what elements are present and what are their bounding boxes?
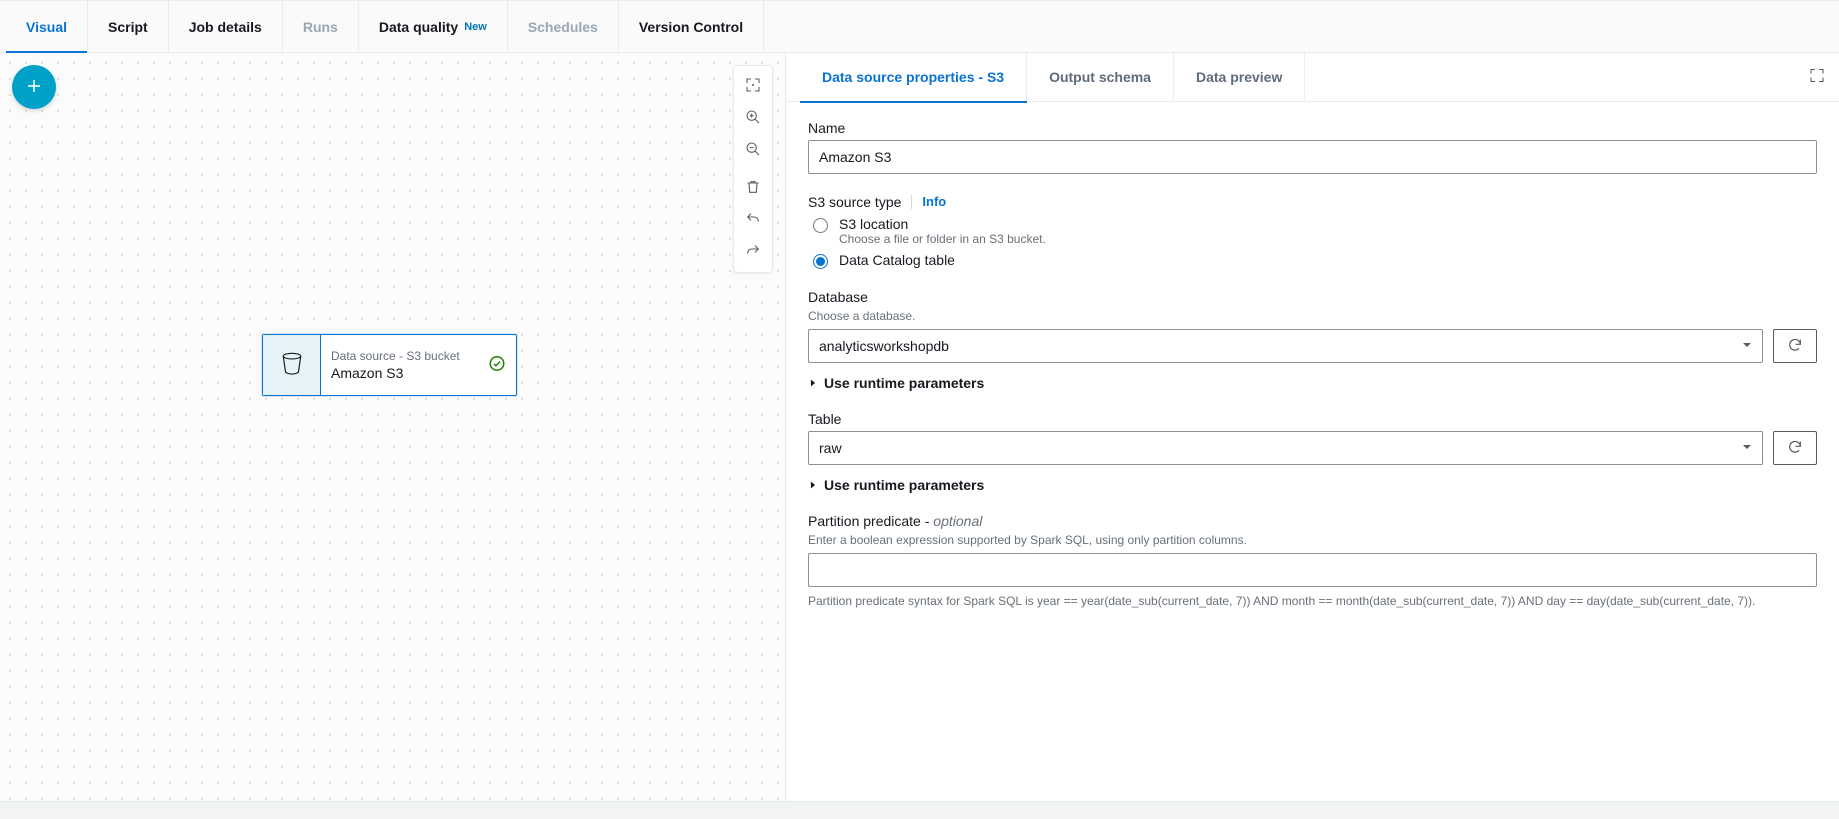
partition-label-text: Partition predicate - xyxy=(808,513,933,529)
undo-button[interactable] xyxy=(738,204,768,236)
radio-s3-location-label: S3 location xyxy=(839,216,1046,232)
table-select[interactable]: raw xyxy=(808,431,1763,465)
radio-s3-location-desc: Choose a file or folder in an S3 bucket. xyxy=(839,232,1046,246)
node-name-label: Amazon S3 xyxy=(331,365,506,381)
redo-icon xyxy=(745,243,761,262)
tab-version-control[interactable]: Version Control xyxy=(619,1,764,52)
node-body: Data source - S3 bucket Amazon S3 xyxy=(321,335,516,395)
database-select-wrap: analyticsworkshopdb xyxy=(808,329,1763,363)
form-group-name: Name xyxy=(808,120,1817,174)
plus-icon xyxy=(25,77,43,98)
badge-new: New xyxy=(464,21,487,33)
fit-to-screen-button[interactable] xyxy=(738,70,768,102)
zoom-out-icon xyxy=(745,141,761,160)
top-tab-bar: Visual Script Job details Runs Data qual… xyxy=(0,0,1839,53)
chevron-right-icon xyxy=(808,477,818,493)
table-select-wrap: raw xyxy=(808,431,1763,465)
expander-db-runtime-params[interactable]: Use runtime parameters xyxy=(808,375,1817,391)
zoom-in-button[interactable] xyxy=(738,102,768,134)
bucket-icon xyxy=(278,350,306,381)
panel-tab-output-schema[interactable]: Output schema xyxy=(1027,53,1174,101)
tab-job-details[interactable]: Job details xyxy=(169,1,283,52)
form-group-partition: Partition predicate - optional Enter a b… xyxy=(808,513,1817,610)
form-group-source-type: S3 source type Info S3 location Choose a… xyxy=(808,194,1817,269)
zoom-out-button[interactable] xyxy=(738,134,768,166)
partition-label: Partition predicate - optional xyxy=(808,513,1817,529)
source-type-label: S3 source type xyxy=(808,194,901,210)
zoom-in-icon xyxy=(745,109,761,128)
delete-node-button[interactable] xyxy=(738,172,768,204)
table-label: Table xyxy=(808,411,1817,427)
database-desc: Choose a database. xyxy=(808,309,1817,323)
main-split: Data source - S3 bucket Amazon S3 Data s… xyxy=(0,53,1839,819)
name-label: Name xyxy=(808,120,1817,136)
tab-runs: Runs xyxy=(283,1,359,52)
database-label: Database xyxy=(808,289,1817,305)
name-input[interactable] xyxy=(808,140,1817,174)
node-type-label: Data source - S3 bucket xyxy=(331,349,506,363)
bottom-status-bar xyxy=(0,801,1839,819)
canvas[interactable]: Data source - S3 bucket Amazon S3 xyxy=(0,53,785,819)
properties-panel: Data source properties - S3 Output schem… xyxy=(786,53,1839,819)
partition-optional-text: optional xyxy=(933,513,982,529)
expander-db-runtime-label: Use runtime parameters xyxy=(824,375,984,391)
s3-source-type-radio-group: S3 location Choose a file or folder in a… xyxy=(808,216,1817,269)
partition-hint: Partition predicate syntax for Spark SQL… xyxy=(808,593,1817,610)
add-node-button[interactable] xyxy=(12,65,56,109)
radio-data-catalog-input[interactable] xyxy=(813,254,828,269)
canvas-toolbar xyxy=(733,65,773,273)
expander-table-runtime-params[interactable]: Use runtime parameters xyxy=(808,477,1817,493)
tab-schedules: Schedules xyxy=(508,1,619,52)
info-link[interactable]: Info xyxy=(911,195,946,209)
expand-icon xyxy=(1809,71,1825,87)
tab-data-quality[interactable]: Data quality New xyxy=(359,1,508,52)
panel-tab-properties[interactable]: Data source properties - S3 xyxy=(800,53,1027,101)
form-group-table: Table raw xyxy=(808,411,1817,493)
refresh-table-button[interactable] xyxy=(1773,431,1817,465)
node-icon-cell xyxy=(263,335,321,395)
partition-desc: Enter a boolean expression supported by … xyxy=(808,533,1817,547)
expander-table-runtime-label: Use runtime parameters xyxy=(824,477,984,493)
form-group-database: Database Choose a database. analyticswor… xyxy=(808,289,1817,391)
chevron-right-icon xyxy=(808,375,818,391)
tab-visual[interactable]: Visual xyxy=(6,1,88,52)
panel-tab-data-preview[interactable]: Data preview xyxy=(1174,53,1305,101)
refresh-icon xyxy=(1787,337,1803,356)
partition-input[interactable] xyxy=(808,553,1817,587)
refresh-icon xyxy=(1787,439,1803,458)
panel-tab-bar: Data source properties - S3 Output schem… xyxy=(786,53,1839,102)
radio-s3-location-input[interactable] xyxy=(813,218,828,233)
tab-script[interactable]: Script xyxy=(88,1,169,52)
panel-body: Name S3 source type Info S3 location Cho… xyxy=(786,102,1839,660)
expand-panel-button[interactable] xyxy=(1809,68,1825,87)
fit-screen-icon xyxy=(745,77,761,96)
node-status-ok xyxy=(488,355,506,376)
radio-data-catalog-label: Data Catalog table xyxy=(839,252,955,268)
check-circle-icon xyxy=(488,360,506,376)
refresh-database-button[interactable] xyxy=(1773,329,1817,363)
radio-data-catalog[interactable]: Data Catalog table xyxy=(808,252,1817,269)
database-select[interactable]: analyticsworkshopdb xyxy=(808,329,1763,363)
radio-s3-location[interactable]: S3 location Choose a file or folder in a… xyxy=(808,216,1817,246)
canvas-pane: Data source - S3 bucket Amazon S3 xyxy=(0,53,786,819)
undo-icon xyxy=(745,211,761,230)
trash-icon xyxy=(745,179,761,198)
redo-button[interactable] xyxy=(738,236,768,268)
tab-data-quality-label: Data quality xyxy=(379,19,458,35)
canvas-node-s3[interactable]: Data source - S3 bucket Amazon S3 xyxy=(262,334,517,396)
